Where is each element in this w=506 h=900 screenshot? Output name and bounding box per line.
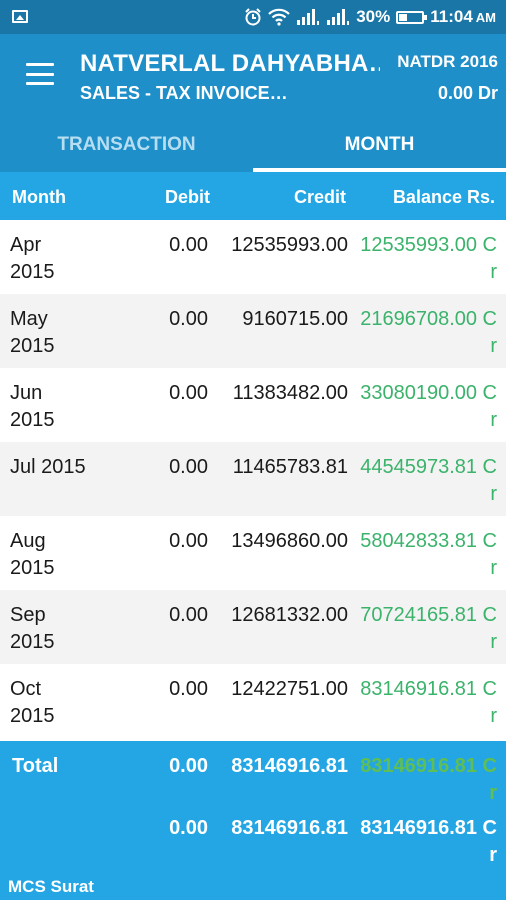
clock-time: 11:04 xyxy=(430,7,473,26)
closing-credit: 83146916.81 xyxy=(231,817,348,839)
alarm-icon xyxy=(245,8,261,26)
table-header: Month Debit Credit Balance Rs. xyxy=(0,172,506,220)
cell-credit: 11465783.81 xyxy=(232,456,348,478)
menu-icon[interactable] xyxy=(26,63,54,85)
account-balance: 0.00 Dr xyxy=(437,83,498,103)
total-balance: 83146916.81 Cr xyxy=(360,755,497,804)
app-bar: NATVERLAL DAHYABHA… SALES - TAX INVOICE…… xyxy=(0,34,506,114)
account-title: NATVERLAL DAHYABHA… xyxy=(80,50,380,77)
total-label: Total xyxy=(12,755,59,777)
status-bar: 30% 11:04 AM xyxy=(0,0,506,34)
cell-balance: 33080190.00 Cr xyxy=(360,382,497,431)
cell-debit: 0.00 xyxy=(169,530,208,552)
closing-balance: 83146916.81 Cr xyxy=(360,817,497,866)
wifi-icon xyxy=(268,8,290,26)
tab-month[interactable]: MONTH xyxy=(253,114,506,172)
cell-month: May 2015 xyxy=(10,308,55,357)
status-icons: 30% 11:04 AM xyxy=(244,6,496,28)
cell-credit: 12535993.00 xyxy=(231,234,348,256)
cell-balance: 58042833.81 Cr xyxy=(360,530,497,579)
cell-month: Apr 2015 xyxy=(10,234,55,283)
cell-debit: 0.00 xyxy=(169,604,208,626)
tab-transaction[interactable]: TRANSACTION xyxy=(0,114,253,172)
image-icon xyxy=(12,10,28,23)
battery-percent: 30% xyxy=(356,7,391,26)
total-debit: 0.00 xyxy=(169,755,208,777)
account-subtitle: SALES - TAX INVOICE… xyxy=(80,83,288,103)
footer-brand: MCS Surat xyxy=(8,877,94,896)
cell-credit: 12681332.00 xyxy=(231,604,348,626)
cell-balance: 21696708.00 Cr xyxy=(360,308,497,357)
table-row[interactable]: Oct 2015 0.00 12422751.00 83146916.81 Cr xyxy=(0,664,506,738)
cell-month: Oct 2015 xyxy=(10,678,55,727)
cell-balance: 44545973.81 Cr xyxy=(360,456,497,505)
table-row[interactable]: Aug 2015 0.00 13496860.00 58042833.81 Cr xyxy=(0,516,506,590)
totals-footer: Total 0.00 83146916.81 83146916.81 Cr 0.… xyxy=(0,741,506,900)
cell-balance: 83146916.81 Cr xyxy=(360,678,497,727)
cell-balance: 70724165.81 Cr xyxy=(360,604,497,653)
cell-debit: 0.00 xyxy=(169,382,208,404)
battery-icon xyxy=(396,10,428,24)
cell-credit: 12422751.00 xyxy=(231,678,348,700)
column-header-credit: Credit xyxy=(293,187,346,207)
signal-icon xyxy=(297,9,320,25)
column-header-balance: Balance Rs. xyxy=(392,187,495,207)
cell-debit: 0.00 xyxy=(169,234,208,256)
cell-month: Sep 2015 xyxy=(10,604,55,653)
total-credit: 83146916.81 xyxy=(231,755,348,777)
month-table: Apr 2015 0.00 12535993.00 12535993.00 Cr… xyxy=(0,220,506,738)
table-row[interactable]: Sep 2015 0.00 12681332.00 70724165.81 Cr xyxy=(0,590,506,664)
cell-credit: 11383482.00 xyxy=(232,382,348,404)
cell-credit: 13496860.00 xyxy=(231,530,348,552)
table-row[interactable]: Jun 2015 0.00 11383482.00 33080190.00 Cr xyxy=(0,368,506,442)
table-row[interactable]: May 2015 0.00 9160715.00 21696708.00 Cr xyxy=(0,294,506,368)
column-header-debit: Debit xyxy=(165,187,210,207)
closing-debit: 0.00 xyxy=(169,817,208,839)
tab-bar: TRANSACTION MONTH xyxy=(0,114,506,172)
cell-month: Jul 2015 xyxy=(10,456,86,478)
table-row[interactable]: Apr 2015 0.00 12535993.00 12535993.00 Cr xyxy=(0,220,506,294)
account-code: NATDR 2016 xyxy=(397,52,498,71)
cell-debit: 0.00 xyxy=(169,678,208,700)
table-row[interactable]: Jul 2015 0.00 11465783.81 44545973.81 Cr xyxy=(0,442,506,516)
cell-credit: 9160715.00 xyxy=(242,308,348,330)
cell-month: Aug 2015 xyxy=(10,530,55,579)
column-header-month: Month xyxy=(12,187,66,207)
cell-debit: 0.00 xyxy=(169,308,208,330)
clock-ampm: AM xyxy=(475,9,496,25)
cell-balance: 12535993.00 Cr xyxy=(360,234,497,283)
signal-icon xyxy=(327,9,350,25)
cell-month: Jun 2015 xyxy=(10,382,55,431)
cell-debit: 0.00 xyxy=(169,456,208,478)
